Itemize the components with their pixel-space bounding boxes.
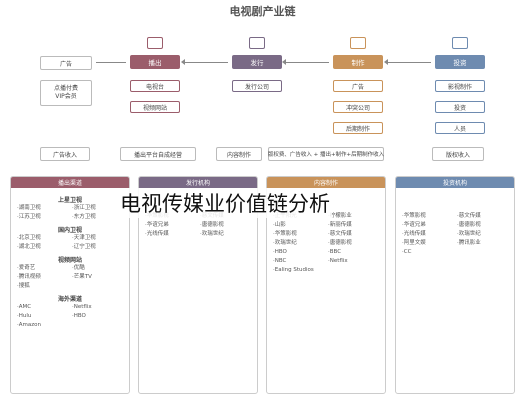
broadcast-item: 电视台 [130, 80, 180, 92]
company-item: ·湖南卫视 [17, 205, 41, 211]
stage-header: 发行 [232, 55, 282, 69]
bottom-right-box: 版权收入 [432, 147, 484, 161]
company-item: ·华策影视 [273, 231, 297, 237]
company-item: ·华谊兄弟 [402, 222, 426, 228]
company-item: ·浙江卫视 [72, 205, 96, 211]
stage-header: 投资 [435, 55, 485, 69]
bottom-right-box: 内容制作 [216, 147, 262, 161]
bottom-left-box: 广告收入 [40, 147, 90, 161]
company-item: ·搜狐 [17, 283, 30, 289]
ad-box: 广告 [40, 56, 92, 70]
section-title: 上星卫视 [57, 197, 82, 204]
company-item: ·光线传媒 [145, 231, 169, 237]
company-item: ·唐德影视 [200, 222, 224, 228]
section-items: ·爱奇艺 ·优酷 ·腾讯视频 ·芒果TV ·搜狐 [17, 264, 123, 291]
company-item: ·HBO [273, 249, 287, 255]
flow-arrow [388, 62, 431, 63]
company-item: ·欢瑞世纪 [200, 231, 224, 237]
company-item: ·唐德影视 [328, 240, 352, 246]
company-item: ·阿里文娱 [402, 240, 426, 246]
company-item: ·NBC [273, 258, 287, 264]
company-item: ·唐德影视 [457, 222, 481, 228]
production-item: 后期制作 [333, 122, 383, 134]
company-item: ·辽宁卫视 [72, 244, 96, 250]
overlay-title: 电视传媒业价值链分析 [118, 188, 332, 218]
company-item: ·光线传媒 [402, 231, 426, 237]
section-title: 视频网站 [57, 257, 82, 264]
panel-body: 上星卫视 ·湖南卫视 ·浙江卫视 ·江苏卫视 ·东方卫视国内卫视 ·北京卫视 ·天津卫视 ·湖… [11, 188, 129, 334]
panel-items: ·华策影视 ·慈文传媒 ·华谊兄弟 ·唐德影视 ·光线传媒 ·欢瑞世纪 ·阿里文娱 ·腾讯影业… [402, 212, 508, 257]
company-item: ·Hulu [17, 313, 32, 319]
company-item: ·AMC [17, 304, 32, 310]
production-item: 冲突公司 [333, 101, 383, 113]
company-panel: 播出渠道上星卫视 ·湖南卫视 ·浙江卫视 ·江苏卫视 ·东方卫视国内卫视 ·北京卫视 ·天津… [10, 176, 130, 394]
company-item: ·HBO [72, 313, 86, 319]
panel-header: 发行机构 [139, 177, 257, 188]
company-item: ·华谊兄弟 [145, 222, 169, 228]
flow-arrowhead [384, 59, 388, 65]
section-title: 国内卫视 [57, 227, 82, 234]
panel-header: 投资机构 [396, 177, 514, 188]
pay-user-box: 点播付费 VIP会员 [40, 80, 92, 106]
distribution-item: 发行公司 [232, 80, 282, 92]
panel-header: 播出渠道 [11, 177, 129, 188]
company-panel: 投资机构 ·华策影视 ·慈文传媒 ·华谊兄弟 ·唐德影视 ·光线传媒 ·欢瑞世纪 ·阿里文娱 ·… [395, 176, 515, 394]
company-item: ·Netflix [328, 258, 348, 264]
stage-header: 播出 [130, 55, 180, 69]
section-title: 海外渠道 [57, 296, 82, 303]
money-icon [452, 37, 468, 49]
investment-item: 影视制作 [435, 80, 485, 92]
company-item: ·华策影视 [402, 213, 426, 219]
company-item: ·慈文传媒 [457, 213, 481, 219]
company-item: ·江苏卫视 [17, 214, 41, 220]
company-item: ·山影 [273, 222, 286, 228]
company-item: ·优酷 [72, 265, 85, 271]
company-item: ·爱奇艺 [17, 265, 36, 271]
company-item: ·Amazon [17, 322, 41, 328]
investment-item: 投资 [435, 101, 485, 113]
bottom-right-box: 版权费、广告收入 + 播出+制作+后期制作收入 [268, 147, 384, 161]
company-item: ·腾讯影业 [457, 240, 481, 246]
company-item: ·北京卫视 [17, 235, 41, 241]
company-item: ·芒果TV [72, 274, 92, 280]
section-items: ·AMC ·Netflix ·Hulu ·HBO ·Amazon [17, 303, 123, 330]
investment-item: 人员 [435, 122, 485, 134]
company-item: ·湖北卫视 [17, 244, 41, 250]
company-item: ·柠檬影业 [328, 213, 352, 219]
company-item: ·欢瑞世纪 [457, 231, 481, 237]
tv-icon [147, 37, 163, 49]
company-item: ·新丽传媒 [328, 222, 352, 228]
company-item: ·东方卫视 [72, 214, 96, 220]
section-items: ·湖南卫视 ·浙江卫视 ·江苏卫视 ·东方卫视 [17, 204, 123, 222]
flow-arrow [96, 62, 126, 63]
panel-items: ·正午阳光·柠檬影业·山影·新丽传媒·华策影视·慈文传媒·欢瑞世纪·唐德影视·H… [273, 212, 379, 275]
broadcast-item: 视频网站 [130, 101, 180, 113]
bottom-left-box: 播出平台自成经营 [120, 147, 196, 161]
flow-arrowhead [282, 59, 286, 65]
page-title: 电视剧产业链 [229, 5, 296, 18]
company-item: ·慈文传媒 [328, 231, 352, 237]
company-item: ·Netflix [72, 304, 92, 310]
stage-header: 制作 [333, 55, 383, 69]
camera-icon [350, 37, 366, 49]
company-item: ·CC [402, 249, 412, 255]
company-item: ·腾讯视频 [17, 274, 41, 280]
production-item: 广告 [333, 80, 383, 92]
panel-header: 内容制作 [267, 177, 385, 188]
company-item: ·Ealing Studios [273, 267, 314, 273]
company-item: ·天津卫视 [72, 235, 96, 241]
flow-arrow [286, 62, 329, 63]
section-items: ·北京卫视 ·天津卫视 ·湖北卫视 ·辽宁卫视 [17, 234, 123, 252]
panel-body: ·华策影视 ·慈文传媒 ·华谊兄弟 ·唐德影视 ·光线传媒 ·欢瑞世纪 ·阿里文娱 ·腾讯影业… [396, 188, 514, 261]
flow-arrowhead [181, 59, 185, 65]
flow-arrow [185, 62, 228, 63]
megaphone-icon [249, 37, 265, 49]
company-item: ·BBC [328, 249, 342, 255]
company-item: ·欢瑞世纪 [273, 240, 297, 246]
